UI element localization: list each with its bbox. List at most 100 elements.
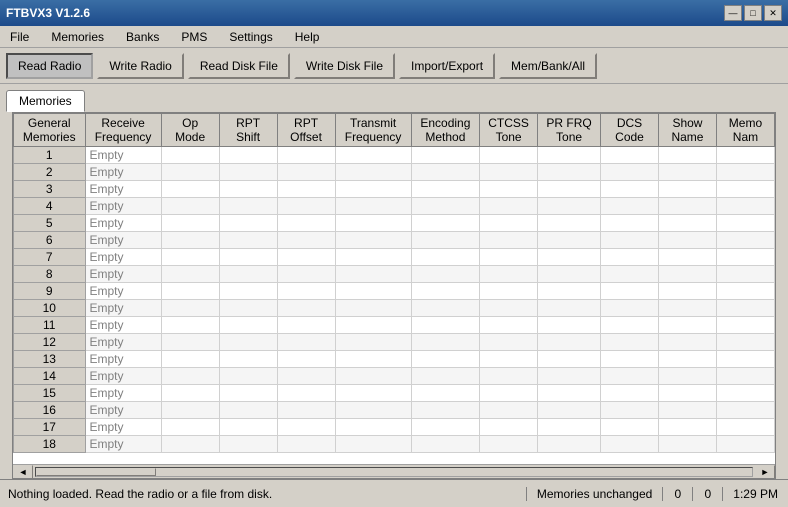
row-cell: [219, 266, 277, 283]
row-cell: [480, 198, 538, 215]
row-cell: [538, 232, 601, 249]
table-row[interactable]: 2Empty: [14, 164, 775, 181]
menu-banks[interactable]: Banks: [120, 28, 165, 46]
row-cell: [219, 232, 277, 249]
row-cell: [411, 232, 479, 249]
table-row[interactable]: 12Empty: [14, 334, 775, 351]
table-row[interactable]: 15Empty: [14, 385, 775, 402]
row-frequency: Empty: [85, 436, 161, 453]
menu-pms[interactable]: PMS: [175, 28, 213, 46]
col-rpt-shift: RPTShift: [219, 114, 277, 147]
row-cell: [161, 300, 219, 317]
row-frequency: Empty: [85, 351, 161, 368]
row-number: 15: [14, 385, 86, 402]
table-row[interactable]: 7Empty: [14, 249, 775, 266]
row-cell: [601, 300, 659, 317]
row-cell: [601, 164, 659, 181]
col-general-memories: GeneralMemories: [14, 114, 86, 147]
col-ctcss-tone: CTCSSTone: [480, 114, 538, 147]
table-row[interactable]: 11Empty: [14, 317, 775, 334]
tab-area: Memories: [0, 84, 788, 112]
row-frequency: Empty: [85, 147, 161, 164]
mem-bank-all-button[interactable]: Mem/Bank/All: [499, 53, 597, 79]
table-row[interactable]: 14Empty: [14, 368, 775, 385]
menu-help[interactable]: Help: [289, 28, 326, 46]
row-cell: [716, 402, 774, 419]
row-frequency: Empty: [85, 385, 161, 402]
table-row[interactable]: 5Empty: [14, 215, 775, 232]
read-radio-button[interactable]: Read Radio: [6, 53, 93, 79]
read-disk-file-button[interactable]: Read Disk File: [188, 53, 290, 79]
table-row[interactable]: 9Empty: [14, 283, 775, 300]
row-cell: [538, 147, 601, 164]
minimize-button[interactable]: —: [724, 5, 742, 21]
row-cell: [219, 317, 277, 334]
scroll-left-button[interactable]: ◄: [13, 465, 33, 479]
menu-memories[interactable]: Memories: [45, 28, 110, 46]
menu-settings[interactable]: Settings: [223, 28, 278, 46]
tab-memories[interactable]: Memories: [6, 90, 85, 112]
table-row[interactable]: 10Empty: [14, 300, 775, 317]
row-cell: [601, 402, 659, 419]
row-cell: [335, 368, 411, 385]
row-cell: [161, 181, 219, 198]
row-cell: [277, 181, 335, 198]
row-cell: [161, 198, 219, 215]
row-cell: [659, 266, 717, 283]
menu-file[interactable]: File: [4, 28, 35, 46]
row-cell: [219, 181, 277, 198]
row-number: 9: [14, 283, 86, 300]
row-cell: [480, 283, 538, 300]
row-cell: [411, 419, 479, 436]
menu-bar: File Memories Banks PMS Settings Help: [0, 26, 788, 48]
table-row[interactable]: 13Empty: [14, 351, 775, 368]
table-row[interactable]: 3Empty: [14, 181, 775, 198]
table-row[interactable]: 8Empty: [14, 266, 775, 283]
table-wrapper[interactable]: GeneralMemories ReceiveFrequency OpMode …: [13, 113, 775, 464]
row-cell: [480, 351, 538, 368]
row-cell: [601, 385, 659, 402]
row-cell: [277, 402, 335, 419]
row-number: 2: [14, 164, 86, 181]
row-number: 10: [14, 300, 86, 317]
write-radio-button[interactable]: Write Radio: [97, 53, 183, 79]
row-cell: [659, 181, 717, 198]
table-row[interactable]: 17Empty: [14, 419, 775, 436]
row-frequency: Empty: [85, 198, 161, 215]
row-cell: [659, 385, 717, 402]
scrollbar-track[interactable]: [35, 467, 753, 477]
import-export-button[interactable]: Import/Export: [399, 53, 495, 79]
close-button[interactable]: ✕: [764, 5, 782, 21]
scroll-right-button[interactable]: ►: [755, 465, 775, 479]
table-row[interactable]: 6Empty: [14, 232, 775, 249]
table-row[interactable]: 1Empty: [14, 147, 775, 164]
row-cell: [480, 249, 538, 266]
status-time: 1:29 PM: [723, 487, 788, 501]
row-cell: [411, 317, 479, 334]
row-cell: [538, 334, 601, 351]
row-cell: [659, 334, 717, 351]
row-cell: [335, 147, 411, 164]
row-frequency: Empty: [85, 317, 161, 334]
row-cell: [277, 351, 335, 368]
table-row[interactable]: 16Empty: [14, 402, 775, 419]
row-cell: [716, 419, 774, 436]
table-row[interactable]: 4Empty: [14, 198, 775, 215]
table-row[interactable]: 18Empty: [14, 436, 775, 453]
row-cell: [219, 385, 277, 402]
row-frequency: Empty: [85, 300, 161, 317]
row-cell: [335, 164, 411, 181]
row-cell: [659, 419, 717, 436]
horizontal-scrollbar[interactable]: ◄ ►: [13, 464, 775, 478]
row-cell: [538, 351, 601, 368]
row-cell: [716, 147, 774, 164]
row-cell: [277, 232, 335, 249]
table-container: GeneralMemories ReceiveFrequency OpMode …: [12, 112, 776, 479]
col-op-mode: OpMode: [161, 114, 219, 147]
row-cell: [411, 249, 479, 266]
write-disk-file-button[interactable]: Write Disk File: [294, 53, 395, 79]
maximize-button[interactable]: □: [744, 5, 762, 21]
scrollbar-thumb[interactable]: [36, 468, 156, 476]
row-cell: [538, 436, 601, 453]
row-cell: [277, 266, 335, 283]
